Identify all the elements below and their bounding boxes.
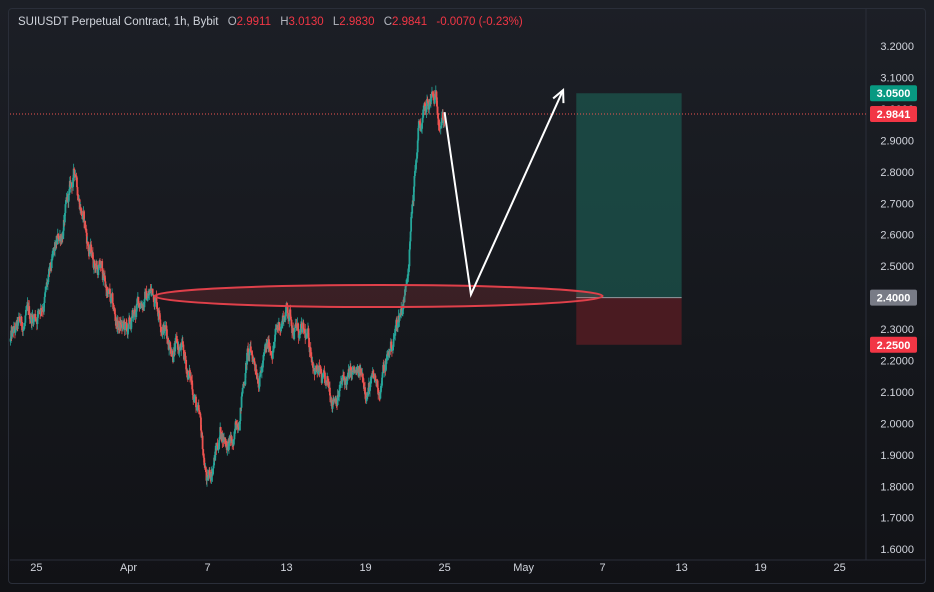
- close-value: 2.9841: [392, 16, 428, 28]
- candle-body: [311, 362, 314, 368]
- candle-body: [201, 435, 204, 450]
- price-tick-label: 1.7000: [880, 513, 914, 525]
- price-tick-label: 2.0000: [880, 418, 914, 430]
- candle-body: [322, 373, 325, 377]
- time-tick-label: 7: [204, 562, 210, 574]
- candle-body: [22, 330, 25, 332]
- candlestick-chart[interactable]: 3.20003.10003.00002.90002.80002.70002.60…: [0, 0, 934, 592]
- support-ellipse: [153, 284, 604, 309]
- candle-body: [421, 122, 423, 129]
- high-value: 3.0130: [288, 16, 324, 28]
- time-tick-label: 25: [30, 562, 42, 574]
- open-value: 2.9911: [236, 16, 271, 28]
- candle-body: [431, 92, 434, 95]
- candle-body: [411, 204, 414, 214]
- candle-body: [97, 269, 100, 275]
- candle-body: [24, 315, 27, 323]
- symbol-title: SUIUSDT Perpetual Contract, 1h, Bybit: [18, 16, 219, 28]
- stop-zone: [576, 297, 682, 345]
- candle-body: [364, 387, 366, 394]
- price-tick-label: 2.1000: [880, 387, 914, 399]
- price-tick-label: 2.5000: [880, 261, 914, 273]
- candle-body: [290, 319, 293, 327]
- time-tick-label: Apr: [120, 562, 137, 574]
- time-tick-label: 13: [280, 562, 292, 574]
- price-tick-label: 2.3000: [880, 324, 914, 336]
- candle-body: [182, 344, 185, 351]
- candle-body: [153, 300, 156, 307]
- candle-body: [293, 327, 296, 332]
- candle-body: [241, 387, 244, 394]
- close-key: C: [383, 16, 392, 28]
- candle-body: [47, 274, 50, 282]
- price-tag-label: 3.0500: [877, 88, 911, 100]
- candle-body: [76, 177, 78, 188]
- time-tick-label: 7: [600, 562, 606, 574]
- price-tick-label: 1.9000: [880, 450, 914, 462]
- time-tick-label: 19: [755, 562, 767, 574]
- candle-body: [381, 377, 383, 386]
- candle-body: [417, 128, 420, 141]
- low-value: 2.9830: [339, 16, 375, 28]
- price-tick-label: 1.8000: [880, 481, 914, 493]
- candle-body: [195, 396, 197, 408]
- candle-body: [408, 249, 411, 267]
- price-tick-label: 3.1000: [880, 73, 914, 85]
- candle-body: [101, 261, 104, 272]
- candle-body: [97, 266, 100, 270]
- price-tick-label: 2.6000: [880, 230, 914, 242]
- price-tick-label: 2.9000: [880, 135, 914, 147]
- candle-body: [73, 168, 76, 171]
- time-tick-label: 19: [359, 562, 371, 574]
- symbol-legend: SUIUSDT Perpetual Contract, 1h, Bybit O2…: [18, 16, 523, 28]
- candle-body: [422, 109, 425, 118]
- time-tick-label: 25: [834, 562, 846, 574]
- open-key: O: [227, 16, 237, 28]
- change-value: -0.0070 (-0.23%): [436, 16, 523, 28]
- price-tick-label: 2.7000: [880, 198, 914, 210]
- price-tag-label: 2.2500: [877, 340, 911, 352]
- time-tick-label: May: [513, 562, 534, 574]
- candle-body: [293, 331, 296, 339]
- candle-body: [43, 296, 46, 303]
- candle-body: [308, 337, 310, 348]
- price-tag-label: 2.9841: [877, 109, 911, 121]
- time-tick-label: 25: [438, 562, 450, 574]
- price-tick-label: 3.2000: [880, 41, 914, 53]
- price-tick-label: 1.6000: [880, 544, 914, 556]
- high-key: H: [280, 16, 289, 28]
- price-tick-label: 2.2000: [880, 356, 914, 368]
- price-tick-label: 2.8000: [880, 167, 914, 179]
- projection-arrow-line: [443, 89, 565, 299]
- price-tag-label: 2.4000: [877, 293, 911, 305]
- time-tick-label: 13: [676, 562, 688, 574]
- target-zone: [576, 93, 682, 298]
